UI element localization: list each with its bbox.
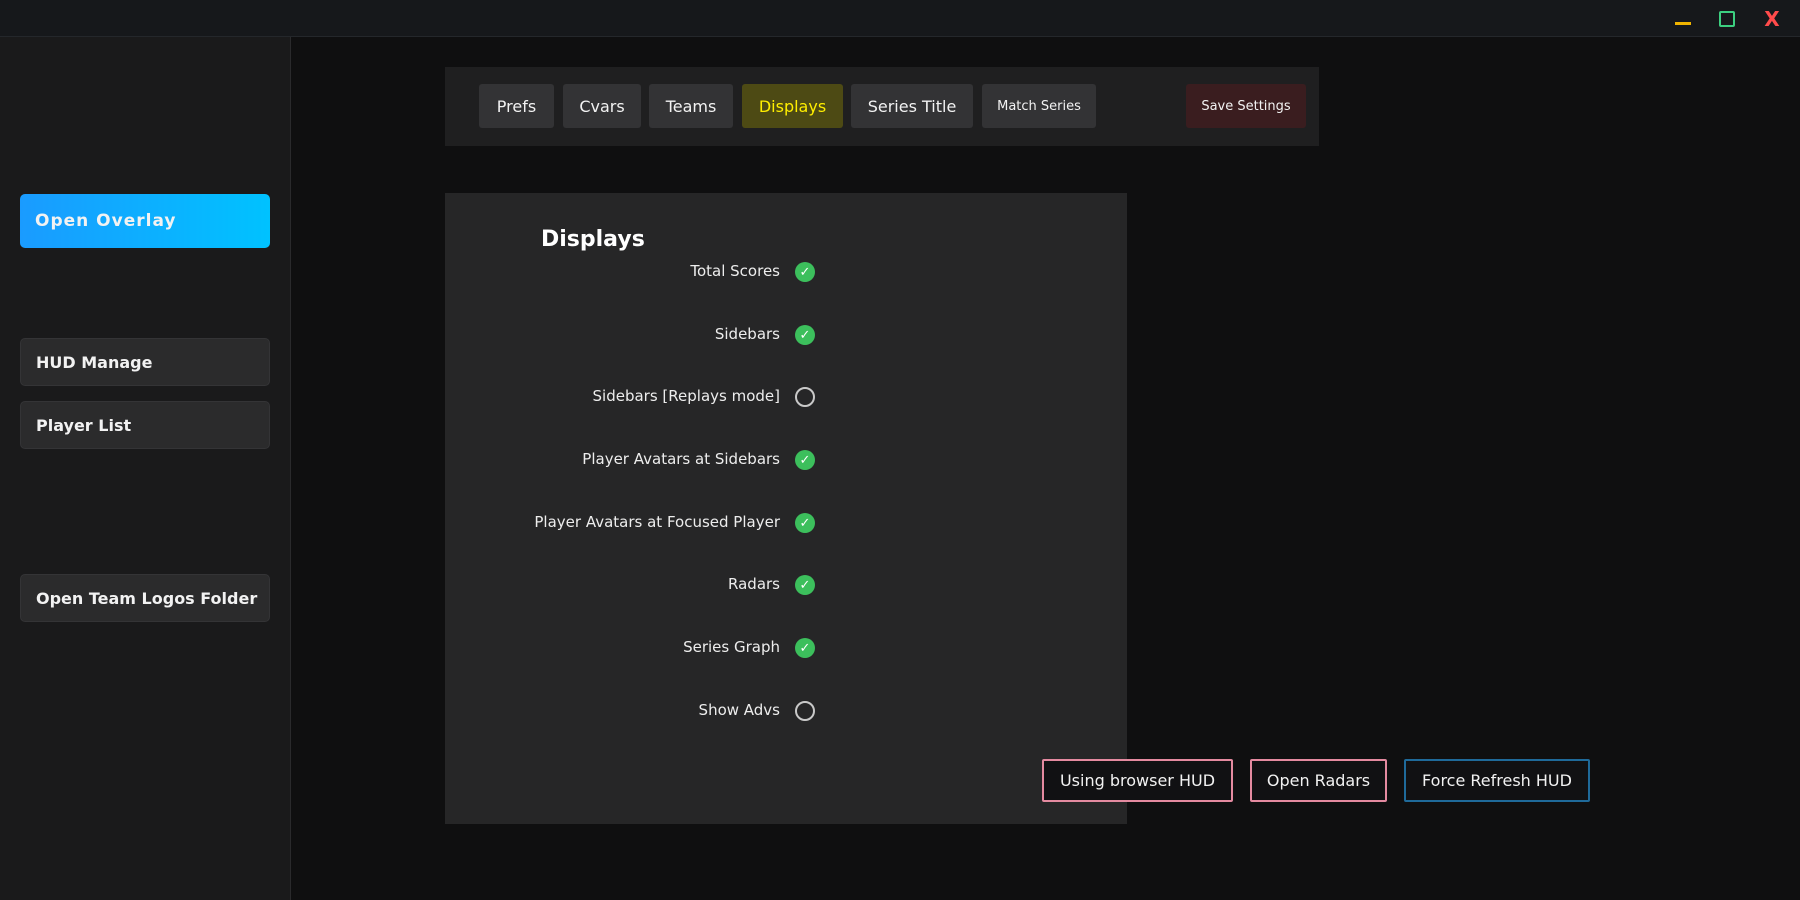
option-row: Show Advs [445,696,1127,726]
option-label: Total Scores [690,262,780,280]
tab-teams[interactable]: Teams [649,84,733,128]
close-button[interactable]: X [1750,0,1794,37]
tab-series-title[interactable]: Series Title [851,84,973,128]
panel-title: Displays [541,227,645,252]
option-row: Series Graph ✓ [445,633,1127,663]
checked-icon[interactable]: ✓ [795,638,815,658]
hud-manage-button[interactable]: HUD Manage [20,338,270,386]
tab-bar: Prefs Cvars Teams Displays Series Title … [445,67,1319,146]
checked-icon[interactable]: ✓ [795,450,815,470]
tab-match-series[interactable]: Match Series [982,84,1096,128]
using-browser-hud-button[interactable]: Using browser HUD [1042,759,1233,802]
maximize-button[interactable] [1705,0,1749,37]
displays-panel: Displays Total Scores ✓ Sidebars ✓ Sideb… [445,193,1127,824]
option-row: Total Scores ✓ [445,257,1127,287]
checked-icon[interactable]: ✓ [795,325,815,345]
tab-prefs[interactable]: Prefs [479,84,554,128]
title-bar: X [0,0,1800,37]
option-row: Sidebars [Replays mode] [445,382,1127,412]
save-settings-button[interactable]: Save Settings [1186,84,1306,128]
open-overlay-button[interactable]: Open Overlay [20,194,270,248]
checked-icon[interactable]: ✓ [795,262,815,282]
tab-displays[interactable]: Displays [742,84,843,128]
option-label: Show Advs [698,701,780,719]
option-row: Player Avatars at Sidebars ✓ [445,445,1127,475]
option-row: Sidebars ✓ [445,320,1127,350]
checked-icon[interactable]: ✓ [795,513,815,533]
unchecked-icon[interactable] [795,701,815,721]
option-label: Series Graph [683,638,780,656]
option-row: Radars ✓ [445,570,1127,600]
option-label: Player Avatars at Sidebars [582,450,780,468]
maximize-icon [1719,10,1735,27]
player-list-button[interactable]: Player List [20,401,270,449]
sidebar: Open Overlay HUD Manage Player List Open… [0,37,291,900]
option-row: Player Avatars at Focused Player ✓ [445,508,1127,538]
unchecked-icon[interactable] [795,387,815,407]
tab-cvars[interactable]: Cvars [563,84,641,128]
minimize-icon [1675,22,1691,25]
option-label: Player Avatars at Focused Player [534,513,780,531]
open-team-logos-folder-button[interactable]: Open Team Logos Folder [20,574,270,622]
option-label: Sidebars [714,325,780,343]
option-label: Radars [728,575,780,593]
open-radars-button[interactable]: Open Radars [1250,759,1387,802]
option-label: Sidebars [Replays mode] [592,387,780,405]
minimize-button[interactable] [1661,0,1705,37]
checked-icon[interactable]: ✓ [795,575,815,595]
force-refresh-hud-button[interactable]: Force Refresh HUD [1404,759,1590,802]
